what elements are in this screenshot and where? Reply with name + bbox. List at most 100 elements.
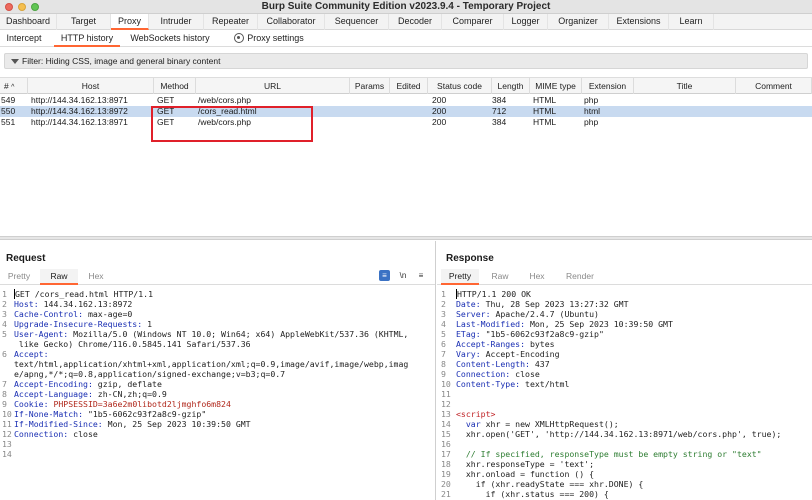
code-text: xhr = new XMLHttpRequest(); — [480, 419, 619, 429]
tab-response-raw[interactable]: Raw — [485, 269, 515, 285]
line-number: 5 — [2, 329, 7, 339]
request-line: 1 GET /cors_read.html HTTP/1.1 — [2, 289, 432, 299]
header-key: Date: — [456, 299, 481, 309]
header-value: like Gecko) Chrome/116.0.5845.141 Safari… — [14, 339, 251, 349]
header-value: 437 — [529, 359, 550, 369]
line-number: 18 — [441, 459, 451, 469]
line-number: 16 — [441, 439, 451, 449]
line-number: 5 — [441, 329, 446, 339]
filter-bar[interactable]: Filter: Hiding CSS, image and general bi… — [4, 53, 808, 69]
header-value: 1 — [142, 319, 153, 329]
script-tag: <script> — [456, 409, 496, 419]
tab-intruder[interactable]: Intruder — [149, 14, 204, 30]
tab-response-pretty[interactable]: Pretty — [441, 269, 479, 285]
header-key: Accept-Language: — [14, 389, 93, 399]
newline-toggle-button[interactable]: \n — [397, 270, 409, 281]
window-titlebar: Burp Suite Community Edition v2023.9.4 -… — [0, 0, 812, 14]
tab-dashboard[interactable]: Dashboard — [0, 14, 57, 30]
line-number: 3 — [441, 309, 446, 319]
line-number: 21 — [441, 489, 451, 499]
request-line: 4 Upgrade-Insecure-Requests: 1 — [2, 319, 432, 329]
line-number: 15 — [441, 429, 451, 439]
col-header-edited[interactable]: Edited — [390, 78, 428, 94]
col-header-params[interactable]: Params — [350, 78, 390, 94]
tab-extensions[interactable]: Extensions — [609, 14, 669, 30]
inspector-toggle-icon[interactable]: ≡ — [379, 270, 390, 281]
tab-response-hex[interactable]: Hex — [523, 269, 551, 285]
tab-target[interactable]: Target — [57, 14, 111, 30]
header-value: close — [510, 369, 540, 379]
tab-organizer[interactable]: Organizer — [548, 14, 609, 30]
filter-icon — [11, 59, 19, 64]
code-text: xhr.open('GET', 'http://144.34.162.13:89… — [456, 429, 782, 439]
tab-request-pretty[interactable]: Pretty — [4, 269, 34, 285]
sort-ascending-icon: ^ — [11, 84, 15, 91]
response-line: 2 Date: Thu, 28 Sep 2023 13:27:32 GMT — [441, 299, 811, 309]
tab-response-render[interactable]: Render — [559, 269, 601, 285]
tab-request-raw[interactable]: Raw — [40, 269, 78, 285]
pane-splitter[interactable] — [0, 236, 812, 240]
header-value: Thu, 28 Sep 2023 13:27:32 GMT — [480, 299, 629, 309]
header-value: text/html — [520, 379, 570, 389]
header-value: gzip, deflate — [92, 379, 162, 389]
col-header-length[interactable]: Length — [492, 78, 530, 94]
col-header-mime-type[interactable]: MIME type — [530, 78, 582, 94]
request-line: 11 If-Modified-Since: Mon, 25 Sep 2023 10… — [2, 419, 432, 429]
line-number: 6 — [441, 339, 446, 349]
header-value: Accept-Encoding — [480, 349, 560, 359]
col-header-host[interactable]: Host — [28, 78, 154, 94]
response-line: 13 <script> — [441, 409, 811, 419]
options-menu-icon[interactable]: ≡ — [415, 270, 427, 281]
line-number: 10 — [441, 379, 451, 389]
col-header-comment[interactable]: Comment — [736, 78, 812, 94]
request-line: 13 — [2, 439, 432, 449]
code-text: if (xhr.readyState === xhr.DONE) { — [456, 479, 644, 489]
request-line: 8 Accept-Language: zh-CN,zh;q=0.9 — [2, 389, 432, 399]
header-key: Cookie: — [14, 399, 49, 409]
col-header-number[interactable]: # ^ — [0, 78, 28, 94]
code-text: xhr.responseType = 'text'; — [456, 459, 595, 469]
tab-logger[interactable]: Logger — [504, 14, 548, 30]
request-line: 9 Cookie: PHPSESSID=3a6e2m0libotd2ljmghfo… — [2, 399, 432, 409]
line-number: 9 — [441, 369, 446, 379]
tab-request-hex[interactable]: Hex — [82, 269, 110, 285]
request-view-tabs: Pretty Raw Hex — [0, 269, 435, 285]
proxy-settings-button[interactable]: Proxy settings — [232, 30, 306, 47]
line-number: 4 — [441, 319, 446, 329]
tab-learn[interactable]: Learn — [669, 14, 714, 30]
col-header-method[interactable]: Method — [154, 78, 196, 94]
cell-method: GET — [157, 95, 175, 105]
col-header-url[interactable]: URL — [196, 78, 350, 94]
tab-websockets-history[interactable]: WebSockets history — [126, 30, 214, 47]
response-title: Response — [446, 253, 494, 264]
line-number: 19 — [441, 469, 451, 479]
table-row[interactable]: 549 http://144.34.162.13:8971 GET /web/c… — [0, 95, 812, 106]
response-line: 16 — [441, 439, 811, 449]
line-number: 4 — [2, 319, 7, 329]
response-line: 19 xhr.onload = function () { — [441, 469, 811, 479]
header-key: Cache-Control: — [14, 309, 84, 319]
tab-http-history[interactable]: HTTP history — [54, 30, 120, 47]
request-line: 14 — [2, 449, 432, 459]
table-row[interactable]: 551 http://144.34.162.13:8971 GET /web/c… — [0, 117, 812, 128]
cell-host: http://144.34.162.13:8972 — [31, 106, 128, 116]
cell-extension: php — [584, 95, 599, 105]
tab-decoder[interactable]: Decoder — [389, 14, 442, 30]
tab-sequencer[interactable]: Sequencer — [325, 14, 389, 30]
col-header-title[interactable]: Title — [634, 78, 736, 94]
col-header-extension[interactable]: Extension — [582, 78, 634, 94]
code-text: xhr.onload = function () { — [456, 469, 595, 479]
line-number: 9 — [2, 399, 7, 409]
header-key: Accept-Ranges: — [456, 339, 526, 349]
tab-collaborator[interactable]: Collaborator — [258, 14, 325, 30]
response-line: 6 Accept-Ranges: bytes — [441, 339, 811, 349]
col-header-status-code[interactable]: Status code — [428, 78, 492, 94]
tab-comparer[interactable]: Comparer — [442, 14, 504, 30]
cell-status: 200 — [432, 117, 447, 127]
tab-proxy[interactable]: Proxy — [111, 14, 149, 30]
header-key: Connection: — [14, 429, 69, 439]
tab-intercept[interactable]: Intercept — [0, 30, 48, 47]
header-value: PHPSESSID=3a6e2m0libotd2ljmghfo6m824 — [48, 399, 231, 409]
table-row-selected[interactable]: 550 http://144.34.162.13:8972 GET /cors_… — [0, 106, 812, 117]
tab-repeater[interactable]: Repeater — [204, 14, 258, 30]
